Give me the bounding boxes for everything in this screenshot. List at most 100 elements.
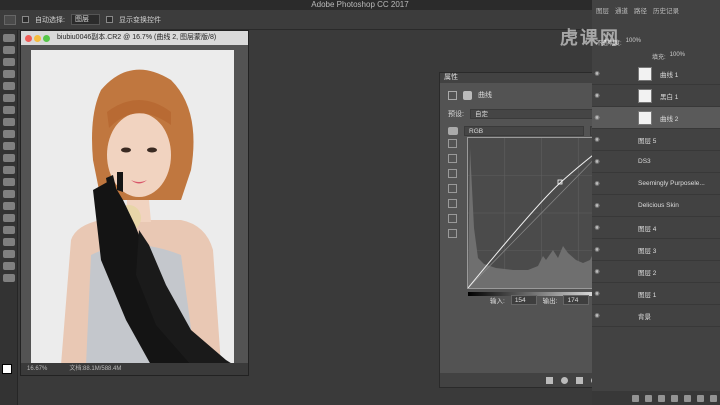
- view-previous-icon[interactable]: [561, 376, 568, 384]
- layer-row[interactable]: ◉ 图层 5: [592, 129, 720, 151]
- portrait-photo: [31, 50, 234, 365]
- layer-mask-thumbnail[interactable]: [638, 66, 652, 81]
- layer-visibility-icon[interactable]: ◉: [592, 136, 602, 143]
- document-canvas[interactable]: [31, 50, 234, 365]
- pen-tool-icon[interactable]: [3, 202, 15, 210]
- link-layers-icon[interactable]: [632, 394, 639, 402]
- show-transform-checkbox[interactable]: [105, 16, 113, 23]
- marquee-tool-icon[interactable]: [3, 46, 15, 54]
- smooth-curve-icon[interactable]: [448, 214, 457, 223]
- layer-row[interactable]: ◉ Delicious Skin: [592, 195, 720, 217]
- pencil-draw-icon[interactable]: [448, 199, 457, 208]
- eyedropper-tool-icon[interactable]: [3, 94, 15, 102]
- layer-visibility-icon[interactable]: ◉: [592, 312, 602, 319]
- layer-name: 图层 3: [638, 247, 657, 255]
- document-tab[interactable]: biubiu0046副本.CR2 @ 16.7% (曲线 2, 图层蒙版/8): [21, 31, 248, 45]
- opacity-value[interactable]: 100%: [626, 38, 641, 47]
- layer-mask-thumbnail[interactable]: [638, 88, 652, 103]
- layer-visibility-icon[interactable]: ◉: [592, 202, 602, 209]
- layer-row[interactable]: ◉ 图层 1: [592, 283, 720, 305]
- hand-tool-icon[interactable]: [3, 250, 15, 258]
- layer-row[interactable]: ◉ 曲线 2: [592, 107, 720, 129]
- curves-adjustment-icon[interactable]: [448, 90, 457, 100]
- adjustment-layer-icon[interactable]: [671, 394, 678, 402]
- clip-to-layer-icon[interactable]: [546, 376, 553, 384]
- tools-panel: [0, 30, 18, 405]
- zoom-tool-icon[interactable]: [3, 262, 15, 270]
- close-window-icon[interactable]: [25, 35, 32, 42]
- tab-history[interactable]: 历史记录: [653, 5, 679, 15]
- input-label: 输入:: [490, 298, 505, 305]
- gray-point-eyedropper-icon[interactable]: [448, 154, 457, 163]
- mask-icon[interactable]: [463, 90, 472, 100]
- layer-row[interactable]: ◉ 曲线 1: [592, 63, 720, 85]
- reset-icon[interactable]: [576, 376, 583, 384]
- document-window: biubiu0046副本.CR2 @ 16.7% (曲线 2, 图层蒙版/8) …: [20, 30, 249, 376]
- new-layer-icon[interactable]: [697, 394, 704, 402]
- type-tool-icon[interactable]: [3, 214, 15, 222]
- tab-channels[interactable]: 通道: [615, 5, 628, 15]
- layer-name: 曲线 1: [660, 71, 679, 79]
- clipping-warning-icon[interactable]: [448, 229, 457, 238]
- gradient-tool-icon[interactable]: [3, 166, 15, 174]
- blur-tool-icon[interactable]: [3, 178, 15, 186]
- brush-tool-icon[interactable]: [3, 118, 15, 126]
- layer-row[interactable]: ◉ Seemingly Purposele...: [592, 173, 720, 195]
- layer-visibility-icon[interactable]: ◉: [592, 268, 602, 275]
- output-label: 输出:: [542, 298, 558, 305]
- input-value-field[interactable]: 154: [510, 295, 537, 305]
- path-select-icon[interactable]: [3, 226, 15, 234]
- quick-select-tool-icon[interactable]: [3, 70, 15, 78]
- history-brush-icon[interactable]: [3, 142, 15, 150]
- layer-visibility-icon[interactable]: ◉: [592, 180, 602, 187]
- auto-select-checkbox[interactable]: [22, 16, 29, 23]
- preset-dropdown[interactable]: 自定: [469, 109, 610, 119]
- layer-row[interactable]: ◉ 黑白 1: [592, 85, 720, 107]
- document-status-bar: 16.67% 文档:88.1M/588.4M: [21, 363, 248, 375]
- document-size-info[interactable]: 文档:88.1M/588.4M: [69, 363, 121, 375]
- layer-mask-thumbnail[interactable]: [638, 110, 652, 125]
- auto-select-dropdown[interactable]: 图层: [70, 14, 100, 25]
- new-group-icon[interactable]: [684, 394, 691, 402]
- layer-visibility-icon[interactable]: ◉: [592, 70, 602, 77]
- dodge-tool-icon[interactable]: [3, 190, 15, 198]
- lasso-tool-icon[interactable]: [3, 58, 15, 66]
- minimize-window-icon[interactable]: [34, 35, 41, 42]
- options-bar: 自动选择: 图层 显示变换控件: [0, 10, 592, 30]
- fill-value[interactable]: 100%: [670, 52, 685, 61]
- layer-visibility-icon[interactable]: ◉: [592, 290, 602, 297]
- delete-layer-icon[interactable]: [710, 394, 717, 402]
- foreground-color-swatch[interactable]: [2, 364, 12, 374]
- add-mask-icon[interactable]: [658, 394, 665, 402]
- white-point-eyedropper-icon[interactable]: [448, 169, 457, 178]
- layer-row[interactable]: ◉ 图层 3: [592, 239, 720, 261]
- healing-brush-icon[interactable]: [3, 106, 15, 114]
- eraser-tool-icon[interactable]: [3, 154, 15, 162]
- curve-edit-points-icon[interactable]: [448, 184, 457, 193]
- tab-layers[interactable]: 图层: [596, 5, 609, 15]
- move-tool-icon[interactable]: [4, 14, 16, 25]
- move-tool-icon[interactable]: [3, 34, 15, 42]
- layer-visibility-icon[interactable]: ◉: [592, 92, 602, 99]
- layer-row[interactable]: ◉ 图层 2: [592, 261, 720, 283]
- layer-visibility-icon[interactable]: ◉: [592, 224, 602, 231]
- channel-dropdown[interactable]: RGB: [464, 126, 584, 136]
- more-tools-icon[interactable]: [3, 274, 15, 282]
- clone-stamp-icon[interactable]: [3, 130, 15, 138]
- layer-visibility-icon[interactable]: ◉: [592, 246, 602, 253]
- layer-row[interactable]: ◉ 图层 4: [592, 217, 720, 239]
- layer-visibility-icon[interactable]: ◉: [592, 114, 602, 121]
- layer-row[interactable]: ◉ 背景: [592, 305, 720, 327]
- tab-paths[interactable]: 路径: [634, 5, 647, 15]
- output-value-field[interactable]: 174: [563, 295, 590, 305]
- black-point-eyedropper-icon[interactable]: [448, 139, 457, 148]
- layer-row[interactable]: ◉ DS3: [592, 151, 720, 173]
- fx-icon[interactable]: [645, 394, 652, 402]
- layer-visibility-icon[interactable]: ◉: [592, 158, 602, 165]
- layer-name: Delicious Skin: [638, 202, 679, 209]
- shape-tool-icon[interactable]: [3, 238, 15, 246]
- zoom-level[interactable]: 16.67%: [27, 363, 47, 375]
- maximize-window-icon[interactable]: [43, 35, 50, 42]
- crop-tool-icon[interactable]: [3, 82, 15, 90]
- target-adjust-hand-icon[interactable]: [448, 127, 458, 135]
